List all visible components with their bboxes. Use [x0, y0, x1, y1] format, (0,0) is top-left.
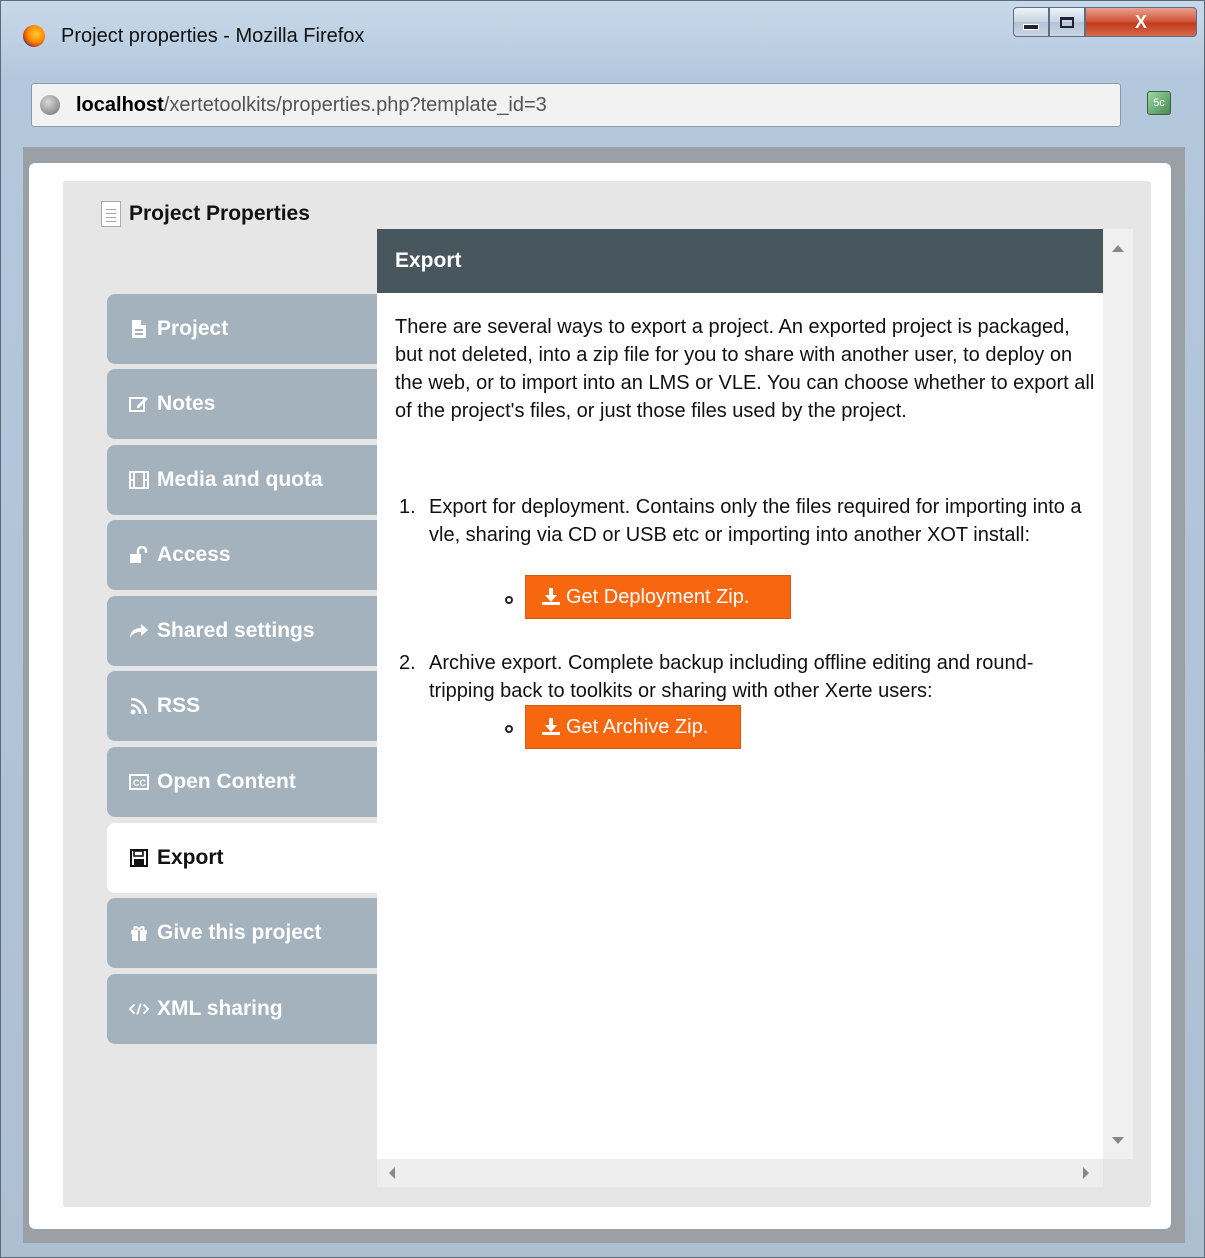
- export-content: Export There are several ways to export …: [377, 229, 1103, 1159]
- tab-label: Shared settings: [157, 619, 315, 642]
- bullet-icon: [505, 596, 513, 604]
- tab-shared-settings[interactable]: Shared settings: [107, 596, 377, 666]
- list-number: 2.: [399, 652, 416, 674]
- scroll-right-arrow-icon[interactable]: [1083, 1167, 1089, 1179]
- tab-label: Notes: [157, 392, 216, 415]
- globe-icon: [40, 95, 60, 115]
- page-title-text: Project Properties: [129, 202, 310, 225]
- tab-label: Project: [157, 317, 229, 340]
- vertical-scrollbar[interactable]: [1103, 229, 1133, 1159]
- scroll-up-arrow-icon[interactable]: [1112, 245, 1124, 252]
- option-text: Archive export. Complete backup includin…: [429, 652, 1034, 702]
- minimize-icon: [1023, 24, 1039, 30]
- button-label: Get Archive Zip.: [566, 715, 709, 738]
- url-path: /xertetoolkits/properties.php?template_i…: [163, 94, 547, 116]
- tab-rss[interactable]: RSS: [107, 671, 377, 741]
- tab-label: Media and quota: [157, 468, 323, 491]
- edit-icon: [129, 395, 149, 413]
- tab-notes[interactable]: Notes: [107, 369, 377, 439]
- list-number: 1.: [399, 496, 416, 518]
- minimize-button[interactable]: [1013, 7, 1049, 37]
- button-label: Get Deployment Zip.: [566, 585, 750, 608]
- tab-label: Export: [157, 846, 224, 869]
- address-bar[interactable]: localhost/xertetoolkits/properties.php?t…: [31, 83, 1121, 127]
- download-icon: [542, 588, 560, 606]
- close-icon: X: [1134, 11, 1147, 32]
- code-icon: [129, 1001, 149, 1017]
- content-header: Export: [377, 229, 1103, 293]
- addon-icon[interactable]: 5c: [1147, 91, 1171, 115]
- unlock-icon: [129, 546, 149, 564]
- tab-label: XML sharing: [157, 997, 283, 1020]
- rss-icon: [129, 697, 149, 715]
- maximize-icon: [1060, 16, 1074, 28]
- page-title: Project Properties: [101, 201, 310, 227]
- scroll-down-arrow-icon[interactable]: [1112, 1137, 1124, 1144]
- browser-window: Project properties - Mozilla Firefox X l…: [0, 0, 1205, 1258]
- close-button[interactable]: X: [1085, 7, 1197, 37]
- tab-label: RSS: [157, 694, 201, 717]
- tab-label: Open Content: [157, 770, 296, 793]
- document-icon: [129, 319, 149, 339]
- tab-access[interactable]: Access: [107, 520, 377, 590]
- tab-media-and-quota[interactable]: Media and quota: [107, 445, 377, 515]
- window-title: Project properties - Mozilla Firefox: [61, 25, 365, 47]
- tab-label: Give this project: [157, 921, 322, 944]
- get-archive-zip-button[interactable]: Get Archive Zip.: [525, 705, 741, 749]
- tab-give-this-project[interactable]: Give this project: [107, 898, 377, 968]
- maximize-button[interactable]: [1049, 7, 1085, 37]
- url-host: localhost: [76, 94, 164, 116]
- tab-open-content[interactable]: CC Open Content: [107, 747, 377, 817]
- firefox-icon: [23, 25, 45, 47]
- cc-icon: CC: [129, 774, 149, 790]
- tab-project[interactable]: Project: [107, 294, 377, 364]
- share-icon: [129, 622, 149, 640]
- tab-export[interactable]: Export: [107, 823, 377, 893]
- tab-label: Access: [157, 543, 231, 566]
- save-icon: [129, 849, 149, 867]
- gift-icon: [129, 924, 149, 942]
- export-option-archive: 2. Archive export. Complete backup inclu…: [399, 649, 1089, 705]
- svg-text:CC: CC: [133, 778, 146, 788]
- document-icon: [101, 201, 121, 227]
- export-option-deployment: 1. Export for deployment. Contains only …: [399, 493, 1089, 549]
- intro-text: There are several ways to export a proje…: [395, 316, 1095, 422]
- scroll-left-arrow-icon[interactable]: [389, 1167, 395, 1179]
- title-bar: Project properties - Mozilla Firefox X: [1, 1, 1204, 65]
- tab-xml-sharing[interactable]: XML sharing: [107, 974, 377, 1044]
- get-deployment-zip-button[interactable]: Get Deployment Zip.: [525, 575, 791, 619]
- option-text: Export for deployment. Contains only the…: [429, 496, 1082, 546]
- download-icon: [542, 718, 560, 736]
- horizontal-scrollbar[interactable]: [377, 1159, 1103, 1187]
- film-icon: [129, 471, 149, 489]
- bullet-icon: [505, 725, 513, 733]
- url-text: localhost/xertetoolkits/properties.php?t…: [76, 94, 547, 117]
